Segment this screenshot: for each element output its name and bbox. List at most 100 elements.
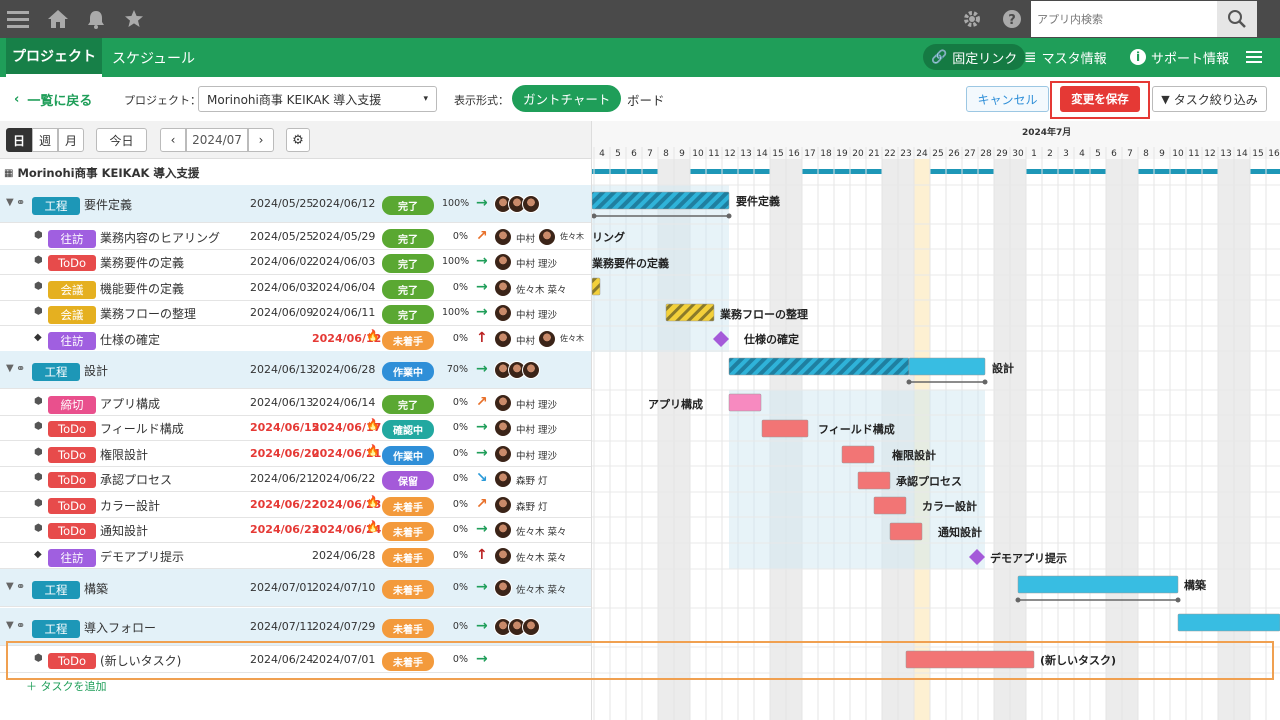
help-icon[interactable]: ? bbox=[1000, 7, 1024, 31]
task-name[interactable]: 承認プロセス bbox=[100, 471, 172, 488]
month-view-button[interactable]: 月 bbox=[58, 128, 84, 152]
task-row[interactable]: ⬢ 会議 機能要件の定義 2024/06/03 2024/06/04 完了 0% → 佐々木 菜… bbox=[0, 275, 591, 301]
star-icon[interactable] bbox=[122, 7, 146, 31]
status-badge[interactable]: 確認中 bbox=[382, 419, 434, 439]
expand-toggle-icon[interactable]: ▼ bbox=[6, 581, 14, 592]
status-badge[interactable]: 未着手 bbox=[382, 330, 434, 350]
start-date[interactable]: 2024/06/23 bbox=[250, 523, 319, 536]
today-button[interactable]: 今日 bbox=[96, 128, 147, 152]
status-badge[interactable]: 作業中 bbox=[382, 445, 434, 465]
task-name[interactable]: フィールド構成 bbox=[100, 420, 184, 437]
status-badge[interactable]: 未着手 bbox=[382, 496, 434, 516]
task-row[interactable]: ⬢ ToDo カラー設計 2024/06/22 2024/06/23 🔥 未着手 0% ↗ 森野 … bbox=[0, 492, 591, 518]
expand-toggle-icon[interactable]: ▼ bbox=[6, 620, 14, 631]
expand-toggle-icon[interactable]: ▼ bbox=[6, 197, 14, 208]
tab-project[interactable]: プロジェクト bbox=[6, 38, 102, 77]
start-date[interactable]: 2024/07/11 bbox=[250, 620, 313, 633]
start-date[interactable]: 2024/06/15 bbox=[250, 421, 319, 434]
status-badge[interactable]: 完了 bbox=[382, 304, 434, 324]
start-date[interactable]: 2024/06/09 bbox=[250, 306, 313, 319]
end-date[interactable]: 2024/07/10 bbox=[312, 581, 375, 594]
task-row[interactable]: ⬢ 会議 業務フローの整理 2024/06/09 2024/06/11 完了 100% → 中村… bbox=[0, 300, 591, 326]
start-date[interactable]: 2024/05/25 bbox=[250, 197, 313, 210]
task-name[interactable]: 構築 bbox=[84, 580, 108, 597]
week-view-button[interactable]: 週 bbox=[32, 128, 58, 152]
task-row[interactable]: ◆ 往訪 デモアプリ提示 2024/06/28 未着手 0% ↑ 佐々木 菜々 bbox=[0, 543, 591, 569]
task-name[interactable]: 機能要件の定義 bbox=[100, 280, 184, 297]
status-badge[interactable]: 保留 bbox=[382, 470, 434, 490]
bell-icon[interactable] bbox=[84, 7, 108, 31]
add-task-link[interactable]: ＋ タスクを追加 bbox=[26, 678, 107, 694]
start-date[interactable]: 2024/06/03 bbox=[250, 281, 313, 294]
start-date[interactable]: 2024/06/13 bbox=[250, 396, 313, 409]
end-date[interactable]: 2024/06/03 bbox=[312, 255, 375, 268]
status-badge[interactable]: 完了 bbox=[382, 196, 434, 215]
prev-month-button[interactable]: ‹ bbox=[160, 128, 186, 152]
task-filter-button[interactable]: ▼ タスク絞り込み bbox=[1152, 86, 1267, 112]
expand-toggle-icon[interactable]: ▼ bbox=[6, 363, 14, 374]
task-row[interactable]: ⬢ ToDo 業務要件の定義 2024/06/02 2024/06/03 完了 100% → 中… bbox=[0, 249, 591, 275]
start-date[interactable]: 2024/06/21 bbox=[250, 472, 313, 485]
home-icon[interactable] bbox=[46, 7, 70, 31]
task-name[interactable]: 設計 bbox=[84, 362, 108, 379]
task-name[interactable]: 仕様の確定 bbox=[100, 331, 160, 348]
status-badge[interactable]: 未着手 bbox=[382, 580, 434, 599]
task-row[interactable]: ⬢ 往訪 業務内容のヒアリング 2024/05/25 2024/05/29 完了 0% ↗ 中村… bbox=[0, 224, 591, 250]
end-date[interactable]: 2024/06/04 bbox=[312, 281, 375, 294]
end-date[interactable]: 2024/06/28 bbox=[312, 363, 375, 376]
search-icon[interactable] bbox=[1217, 1, 1257, 37]
end-date[interactable]: 2024/06/14 bbox=[312, 396, 375, 409]
start-date[interactable]: 2024/06/02 bbox=[250, 255, 313, 268]
task-name[interactable]: 権限設計 bbox=[100, 446, 148, 463]
status-badge[interactable]: 未着手 bbox=[382, 619, 434, 638]
permalink-button[interactable]: 🔗 固定リンク bbox=[923, 44, 1026, 70]
phase-row[interactable]: ▼ ⚭ 工程 構築 2024/07/01 2024/07/10 未着手 0% → 佐々木 菜々 bbox=[0, 569, 591, 607]
task-name[interactable]: カラー設計 bbox=[100, 497, 160, 514]
back-to-list-link[interactable]: ‹ 一覧に戻る bbox=[14, 90, 92, 109]
project-select[interactable]: Morinohi商事 KEIKAK 導入支援 ▾ bbox=[198, 86, 437, 112]
task-name[interactable]: 業務要件の定義 bbox=[100, 254, 184, 271]
status-badge[interactable]: 完了 bbox=[382, 253, 434, 273]
next-month-button[interactable]: › bbox=[248, 128, 274, 152]
day-view-button[interactable]: 日 bbox=[6, 128, 32, 152]
gantt-view-button[interactable]: ガントチャート bbox=[512, 85, 622, 112]
start-date[interactable]: 2024/06/22 bbox=[250, 498, 319, 511]
start-date[interactable]: 2024/06/20 bbox=[250, 447, 319, 460]
task-row[interactable]: ◆ 往訪 仕様の確定 2024/06/12 🔥 未着手 0% ↑ 中村 佐々木 bbox=[0, 326, 591, 352]
board-view-button[interactable]: ボード bbox=[627, 90, 665, 109]
task-name[interactable]: 要件定義 bbox=[84, 196, 132, 213]
task-row[interactable]: ⬢ 締切 アプリ構成 2024/06/13 2024/06/14 完了 0% ↗ 中村 理沙 bbox=[0, 390, 591, 416]
cancel-button[interactable]: キャンセル bbox=[966, 86, 1049, 112]
status-badge[interactable]: 完了 bbox=[382, 394, 434, 414]
task-name[interactable]: 導入フォロー bbox=[84, 619, 156, 636]
status-badge[interactable]: 完了 bbox=[382, 228, 434, 248]
task-name[interactable]: 業務フローの整理 bbox=[100, 305, 196, 322]
end-date[interactable]: 2024/05/29 bbox=[312, 230, 375, 243]
task-row[interactable]: ⬢ ToDo 通知設計 2024/06/23 2024/06/24 🔥 未着手 0% → 佐々木 … bbox=[0, 517, 591, 543]
phase-row[interactable]: ▼ ⚭ 工程 要件定義 2024/05/25 2024/06/12 完了 100% → bbox=[0, 185, 591, 223]
task-name[interactable]: 業務内容のヒアリング bbox=[100, 229, 220, 246]
start-date[interactable]: 2024/06/13 bbox=[250, 363, 313, 376]
task-row[interactable]: ⬢ ToDo フィールド構成 2024/06/15 2024/06/17 🔥 確認中 0% → 中… bbox=[0, 415, 591, 441]
start-date[interactable]: 2024/05/25 bbox=[250, 230, 313, 243]
tab-schedule[interactable]: スケジュール bbox=[112, 38, 195, 77]
task-name[interactable]: アプリ構成 bbox=[100, 395, 160, 412]
end-date[interactable]: 2024/06/12 bbox=[312, 197, 375, 210]
task-row[interactable]: ⬢ ToDo 権限設計 2024/06/20 2024/06/21 🔥 作業中 0% → 中村 理… bbox=[0, 441, 591, 467]
master-info-button[interactable]: ≣ マスタ情報 bbox=[1024, 44, 1107, 70]
end-date[interactable]: 2024/07/29 bbox=[312, 620, 375, 633]
menu-icon[interactable] bbox=[6, 7, 30, 31]
end-date[interactable]: 2024/06/22 bbox=[312, 472, 375, 485]
gantt-settings-button[interactable]: ⚙ bbox=[286, 128, 310, 152]
status-badge[interactable]: 完了 bbox=[382, 279, 434, 299]
status-badge[interactable]: 未着手 bbox=[382, 547, 434, 567]
status-badge[interactable]: 未着手 bbox=[382, 521, 434, 541]
phase-row[interactable]: ▼ ⚭ 工程 設計 2024/06/13 2024/06/28 作業中 70% → bbox=[0, 351, 591, 389]
status-badge[interactable]: 作業中 bbox=[382, 362, 434, 381]
gear-icon[interactable] bbox=[960, 7, 984, 31]
support-info-button[interactable]: i サポート情報 bbox=[1130, 44, 1229, 70]
end-date[interactable]: 2024/06/28 bbox=[312, 549, 375, 562]
task-name[interactable]: デモアプリ提示 bbox=[100, 548, 184, 565]
task-row[interactable]: ⬢ ToDo 承認プロセス 2024/06/21 2024/06/22 保留 0% ↘ 森野 灯 bbox=[0, 466, 591, 492]
task-name[interactable]: 通知設計 bbox=[100, 522, 148, 539]
